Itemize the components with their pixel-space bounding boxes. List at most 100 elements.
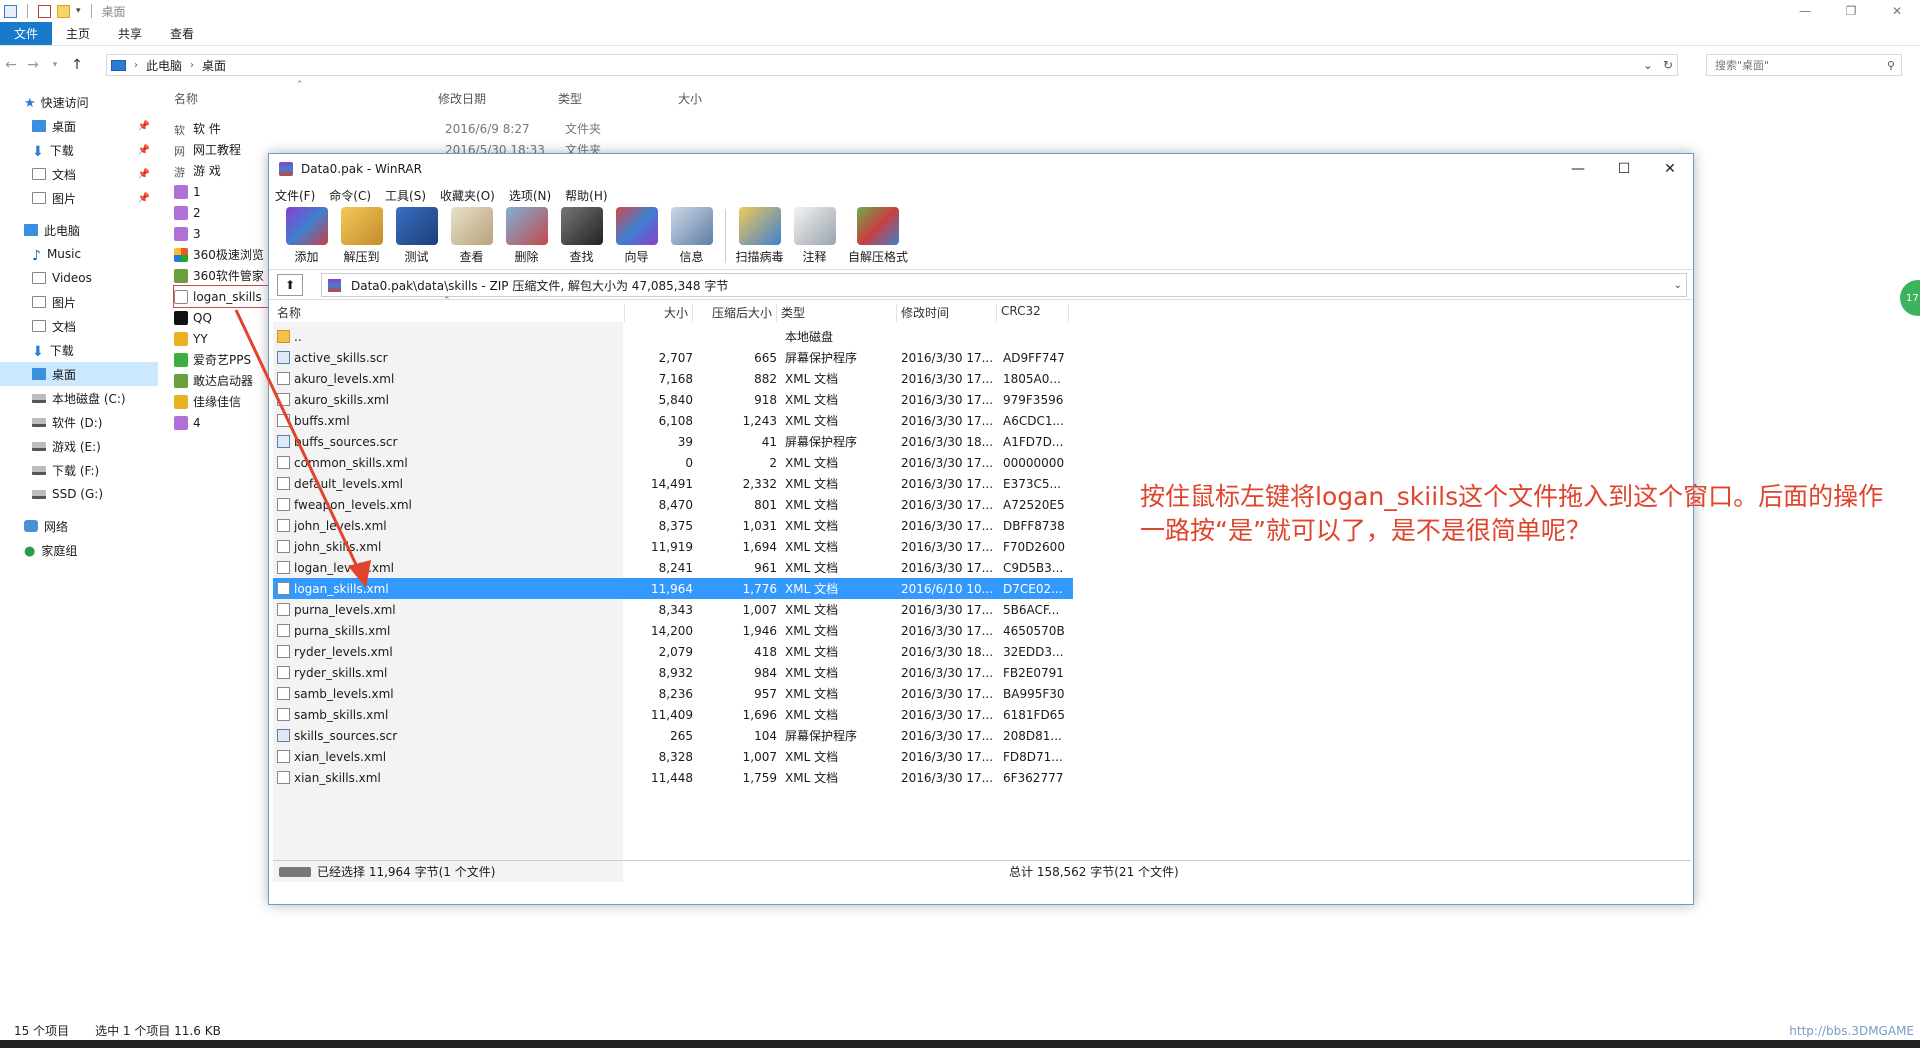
table-row[interactable]: samb_skills.xml 11,409 1,696 XML 文档 2016/3/3…: [273, 704, 1073, 725]
close-button[interactable]: ✕: [1647, 154, 1693, 184]
up-button[interactable]: ↑: [66, 57, 88, 73]
minimize-button[interactable]: —: [1555, 154, 1601, 184]
column-type[interactable]: 类型: [777, 304, 897, 322]
nav-drive-f[interactable]: 下载 (F:): [0, 458, 158, 482]
column-packed[interactable]: 压缩后大小: [693, 304, 777, 322]
nav-drive-g[interactable]: SSD (G:): [0, 482, 158, 506]
sfx-button[interactable]: 自解压格式: [842, 207, 914, 265]
table-row[interactable]: john_skills.xml 11,919 1,694 XML 文档 2016/3/3…: [273, 536, 1073, 557]
nav-documents-pinned[interactable]: 文档 📌: [0, 162, 158, 186]
nav-desktop[interactable]: 桌面: [0, 362, 158, 386]
properties-icon[interactable]: [38, 4, 51, 18]
menu-favorites[interactable]: 收藏夹(O): [440, 187, 495, 204]
nav-music[interactable]: ♪ Music: [0, 242, 158, 266]
wizard-button[interactable]: 向导: [609, 207, 664, 265]
up-folder-button[interactable]: ⬆: [277, 273, 303, 296]
column-name[interactable]: 名称: [174, 90, 438, 110]
search-icon[interactable]: ⚲: [1887, 59, 1895, 72]
table-row[interactable]: logan_levels.xml 8,241 961 XML 文档 2016/3/30 …: [273, 557, 1073, 578]
nav-quick-access[interactable]: ★ 快速访问: [0, 90, 158, 114]
chevron-right-icon[interactable]: ›: [134, 60, 138, 71]
nav-drive-e[interactable]: 游戏 (E:): [0, 434, 158, 458]
table-row[interactable]: purna_skills.xml 14,200 1,946 XML 文档 2016/3/…: [273, 620, 1073, 641]
column-crc32[interactable]: CRC32: [997, 304, 1069, 322]
nav-drive-d[interactable]: 软件 (D:): [0, 410, 158, 434]
column-type[interactable]: 类型: [558, 90, 678, 110]
nav-documents[interactable]: 文档: [0, 314, 158, 338]
nav-network[interactable]: 网络: [0, 514, 158, 538]
column-size[interactable]: 大小: [625, 304, 693, 322]
chevron-down-icon[interactable]: ⌄: [1643, 58, 1653, 72]
nav-this-pc[interactable]: 此电脑: [0, 218, 158, 242]
table-row[interactable]: purna_levels.xml 8,343 1,007 XML 文档 2016/3/3…: [273, 599, 1073, 620]
tab-share[interactable]: 共享: [104, 22, 156, 45]
table-row-selected[interactable]: logan_skills.xml 11,964 1,776 XML 文档 2016/6/…: [273, 578, 1073, 599]
maximize-button[interactable]: ☐: [1601, 154, 1647, 184]
table-row[interactable]: xian_skills.xml 11,448 1,759 XML 文档 2016/3/3…: [273, 767, 1073, 788]
extract-to-button[interactable]: 解压到: [334, 207, 389, 265]
add-button[interactable]: 添加: [279, 207, 334, 265]
breadcrumb-this-pc[interactable]: 此电脑: [146, 57, 182, 74]
table-row[interactable]: samb_levels.xml 8,236 957 XML 文档 2016/3/30 1…: [273, 683, 1073, 704]
list-item[interactable]: 软软 件 2016/6/9 8:27 文件夹: [174, 118, 601, 139]
table-row[interactable]: .. 本地磁盘: [273, 326, 1073, 347]
comment-button[interactable]: 注释: [787, 207, 842, 265]
info-button[interactable]: 信息: [664, 207, 719, 265]
nav-drive-c[interactable]: 本地磁盘 (C:): [0, 386, 158, 410]
breadcrumb-desktop[interactable]: 桌面: [202, 57, 226, 74]
back-button[interactable]: ←: [0, 57, 22, 73]
close-button[interactable]: ✕: [1874, 0, 1920, 22]
recent-locations-button[interactable]: ▾: [44, 60, 66, 70]
search-input[interactable]: 搜索"桌面" ⚲: [1706, 54, 1902, 76]
virus-scan-button[interactable]: 扫描病毒: [732, 207, 787, 265]
menu-file[interactable]: 文件(F): [275, 187, 315, 204]
table-row[interactable]: buffs.xml 6,108 1,243 XML 文档 2016/3/30 17...…: [273, 410, 1073, 431]
table-row[interactable]: xian_levels.xml 8,328 1,007 XML 文档 2016/3/30…: [273, 746, 1073, 767]
table-row[interactable]: skills_sources.scr 265 104 屏幕保护程序 2016/3/30 …: [273, 725, 1073, 746]
column-size[interactable]: 大小: [678, 90, 758, 110]
nav-homegroup[interactable]: ● 家庭组: [0, 538, 158, 562]
table-row[interactable]: buffs_sources.scr 39 41 屏幕保护程序 2016/3/30 18.…: [273, 431, 1073, 452]
column-modified[interactable]: 修改日期: [438, 90, 558, 110]
nav-downloads[interactable]: ⬇ 下载: [0, 338, 158, 362]
table-row[interactable]: default_levels.xml 14,491 2,332 XML 文档 2016/…: [273, 473, 1073, 494]
delete-button[interactable]: 删除: [499, 207, 554, 265]
refresh-icon[interactable]: ↻: [1663, 58, 1673, 72]
forward-button[interactable]: →: [22, 57, 44, 73]
minimize-button[interactable]: —: [1782, 0, 1828, 22]
view-button[interactable]: 查看: [444, 207, 499, 265]
tab-file[interactable]: 文件: [0, 22, 53, 45]
chevron-down-icon[interactable]: ▾: [76, 6, 81, 16]
new-folder-icon[interactable]: [57, 4, 70, 18]
table-row[interactable]: akuro_skills.xml 5,840 918 XML 文档 2016/3/30 …: [273, 389, 1073, 410]
table-row[interactable]: john_levels.xml 8,375 1,031 XML 文档 2016/3/30…: [273, 515, 1073, 536]
table-row[interactable]: fweapon_levels.xml 8,470 801 XML 文档 2016/3/3…: [273, 494, 1073, 515]
tab-home[interactable]: 主页: [52, 22, 104, 45]
nav-pictures[interactable]: 图片: [0, 290, 158, 314]
list-item-logan-skills[interactable]: logan_skills: [173, 285, 273, 308]
tab-view[interactable]: 查看: [156, 22, 208, 45]
menu-help[interactable]: 帮助(H): [565, 187, 607, 204]
nav-videos[interactable]: Videos: [0, 266, 158, 290]
column-name[interactable]: 名称: [273, 304, 625, 322]
menu-options[interactable]: 选项(N): [509, 187, 551, 204]
column-modified[interactable]: 修改时间: [897, 304, 997, 322]
nav-desktop-pinned[interactable]: 桌面 📌: [0, 114, 158, 138]
table-row[interactable]: akuro_levels.xml 7,168 882 XML 文档 2016/3/30 …: [273, 368, 1073, 389]
table-row[interactable]: common_skills.xml 0 2 XML 文档 2016/3/30 17...…: [273, 452, 1073, 473]
table-row[interactable]: ryder_skills.xml 8,932 984 XML 文档 2016/3/30 …: [273, 662, 1073, 683]
menu-tools[interactable]: 工具(S): [385, 187, 426, 204]
menu-commands[interactable]: 命令(C): [329, 187, 371, 204]
restore-button[interactable]: ❐: [1828, 0, 1874, 22]
chevron-down-icon[interactable]: ⌄: [1674, 280, 1682, 291]
address-bar[interactable]: › 此电脑 › 桌面 ⌄ ↻: [106, 54, 1678, 76]
chevron-right-icon[interactable]: ›: [190, 60, 194, 71]
table-row[interactable]: active_skills.scr 2,707 665 屏幕保护程序 2016/3/30…: [273, 347, 1073, 368]
side-float-badge[interactable]: 17: [1900, 280, 1920, 316]
archive-path-field[interactable]: Data0.pak\data\skills - ZIP 压缩文件, 解包大小为 …: [321, 273, 1687, 297]
table-row[interactable]: ryder_levels.xml 2,079 418 XML 文档 2016/3/30 …: [273, 641, 1073, 662]
find-button[interactable]: 查找: [554, 207, 609, 265]
nav-downloads-pinned[interactable]: ⬇ 下载 📌: [0, 138, 158, 162]
nav-pictures-pinned[interactable]: 图片 📌: [0, 186, 158, 210]
test-button[interactable]: 测试: [389, 207, 444, 265]
